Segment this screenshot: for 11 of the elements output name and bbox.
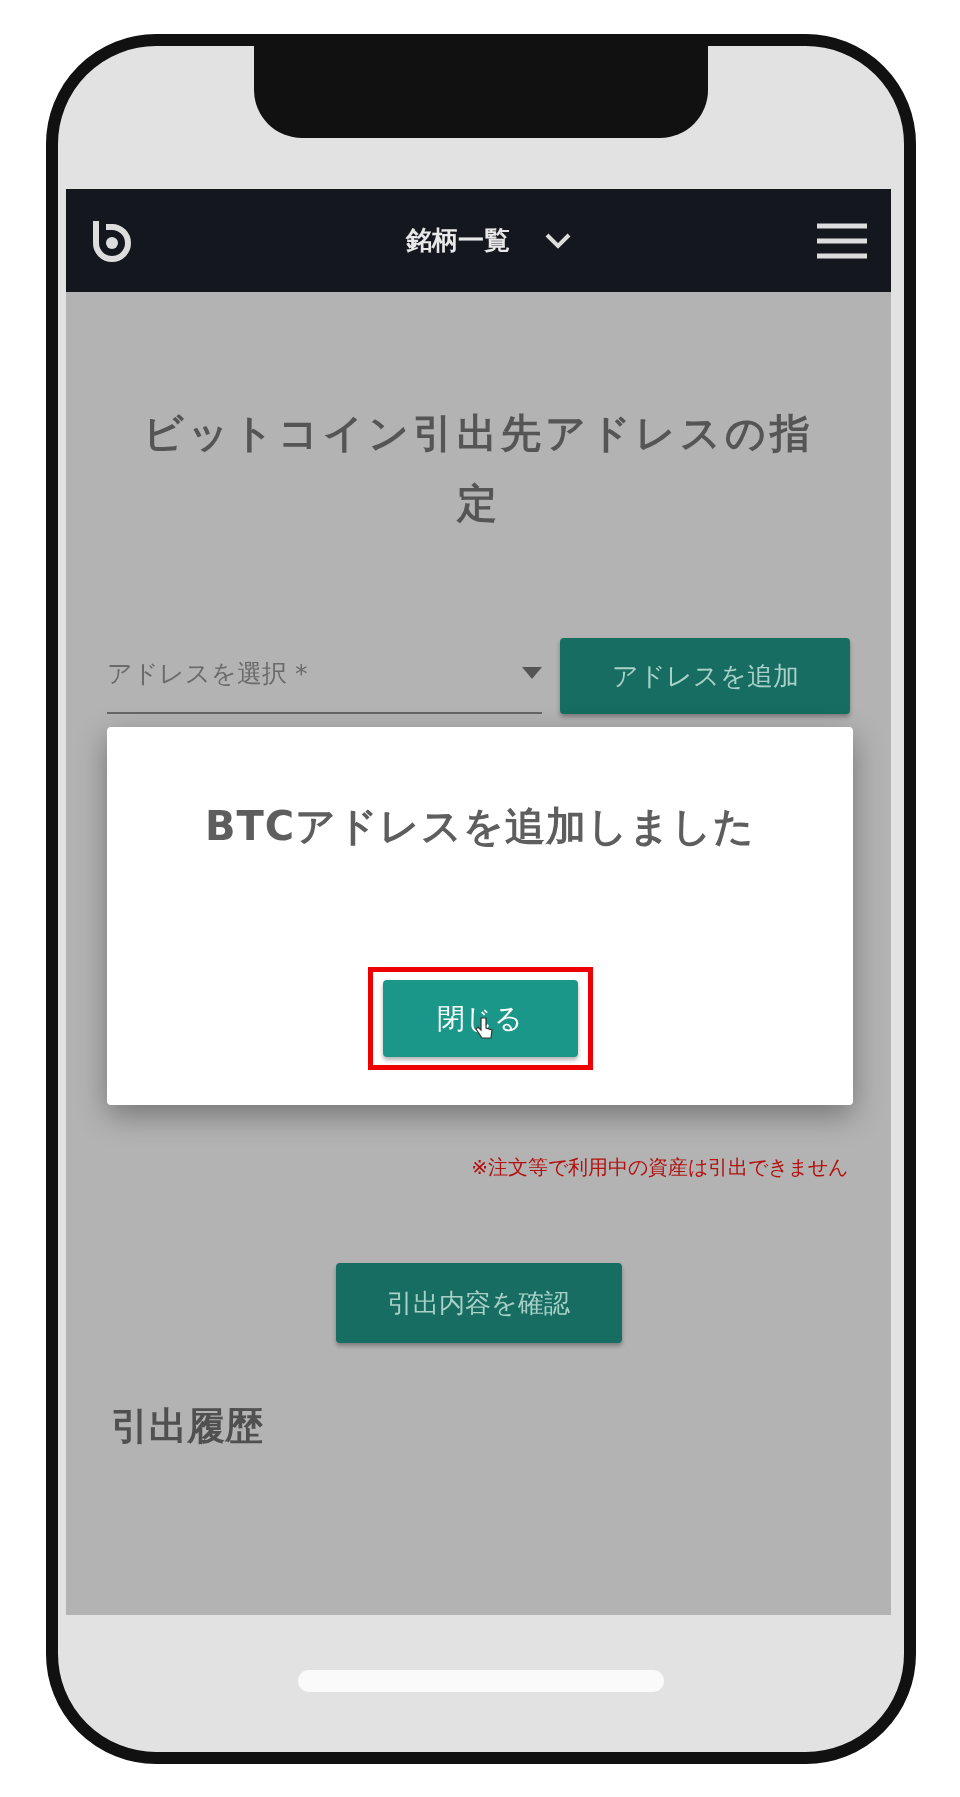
address-select[interactable]: アドレスを選択 * <box>107 642 543 714</box>
menu-icon[interactable] <box>817 221 867 260</box>
page-title: ビットコイン引出先アドレスの指定 <box>142 409 815 528</box>
dialog-message: BTCアドレスを追加しました <box>204 802 756 851</box>
confirm-button[interactable]: 引出内容を確認 <box>335 1263 622 1343</box>
chevron-down-icon <box>543 231 572 250</box>
add-address-button[interactable]: アドレスを追加 <box>560 638 850 714</box>
caret-icon <box>522 667 543 679</box>
market-list-dropdown[interactable]: 銘柄一覧 <box>399 222 578 259</box>
section-heading: 引出履歴 <box>111 1403 264 1450</box>
warning-note: ※注文等で利用中の資産は引出できません <box>471 1154 848 1181</box>
